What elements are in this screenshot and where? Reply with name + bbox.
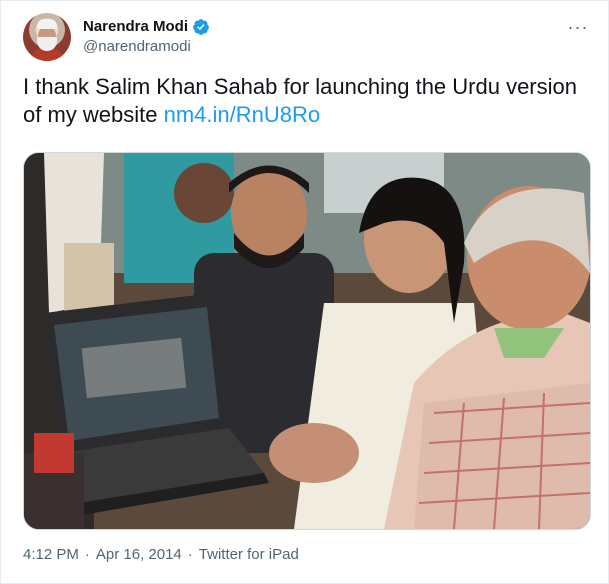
author-avatar[interactable]: [23, 13, 71, 61]
tweet-text: I thank Salim Khan Sahab for launching t…: [23, 73, 593, 129]
verified-badge-icon: [192, 18, 210, 36]
tweet-time[interactable]: 4:12 PM: [23, 545, 79, 565]
author-handle[interactable]: @narendramodi: [83, 37, 210, 57]
tweet-photo[interactable]: [23, 152, 591, 530]
author-name-row: Narendra Modi: [83, 17, 210, 37]
tweet-card: Narendra Modi @narendramodi ··· I thank …: [0, 0, 609, 584]
tweet-header: Narendra Modi @narendramodi ···: [23, 11, 590, 63]
more-options-icon[interactable]: ···: [566, 15, 590, 39]
tweet-source[interactable]: Twitter for iPad: [199, 545, 299, 565]
author-info: Narendra Modi @narendramodi: [83, 17, 210, 57]
avatar-hair: [37, 19, 57, 29]
meta-separator: ·: [84, 546, 90, 563]
tweet-link[interactable]: nm4.in/RnU8Ro: [164, 102, 321, 127]
meta-separator: ·: [187, 546, 193, 563]
tweet-meta: 4:12 PM · Apr 16, 2014 · Twitter for iPa…: [23, 545, 299, 565]
author-name[interactable]: Narendra Modi: [83, 17, 188, 37]
tweet-date[interactable]: Apr 16, 2014: [96, 545, 182, 565]
photo-illustration: [24, 153, 590, 529]
